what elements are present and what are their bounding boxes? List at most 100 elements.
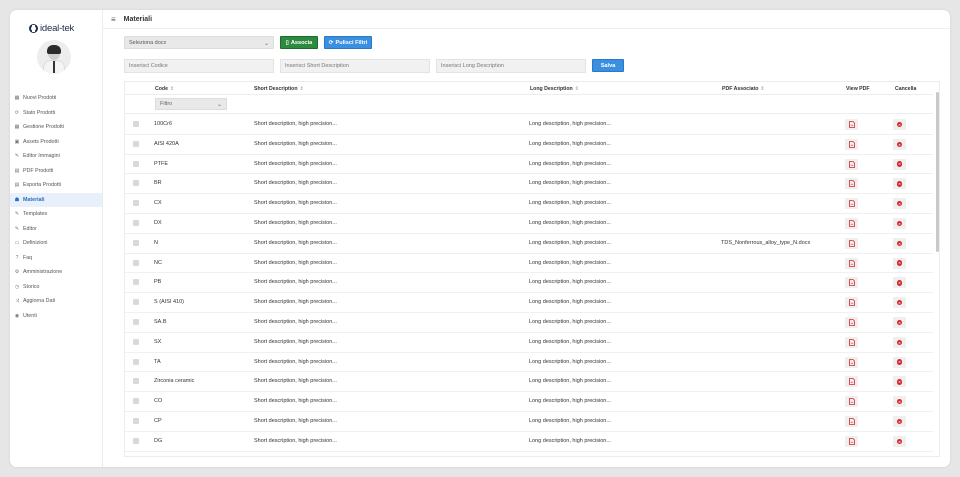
col-long-description[interactable]: Long Description ⇕ (530, 86, 579, 92)
view-pdf-button[interactable] (845, 336, 858, 348)
row-checkbox[interactable] (133, 121, 139, 127)
sidebar-item-esporta-prodotti[interactable]: ▤ Esporta Prodotti (10, 178, 102, 193)
code-filter-select[interactable]: Filtro ⌄ (155, 98, 227, 110)
calendar-icon: ▭ (14, 240, 20, 247)
cell-short-description: Short description, high precision... (254, 259, 337, 266)
row-checkbox[interactable] (133, 338, 139, 345)
row-checkbox[interactable] (133, 358, 139, 365)
row-checkbox[interactable] (133, 417, 139, 424)
view-pdf-button[interactable] (845, 237, 858, 249)
pulisci-filtri-button[interactable]: ⟳ Pulisci Filtri (324, 36, 372, 49)
delete-button[interactable]: × (893, 376, 906, 388)
view-pdf-button[interactable] (845, 217, 858, 229)
pdf-file-icon (848, 319, 855, 326)
row-checkbox[interactable] (133, 200, 139, 207)
sidebar-item-storico[interactable]: ◷ Storico (10, 280, 102, 295)
sidebar-item-label: Editor Immagini (23, 153, 60, 160)
col-code[interactable]: Code ⇕ (155, 86, 174, 92)
row-checkbox[interactable] (133, 318, 139, 325)
delete-button[interactable]: × (893, 356, 906, 368)
scrollbar[interactable] (936, 92, 939, 252)
table-row: Zirconia ceramic Short description, high … (125, 372, 933, 393)
sidebar-item-pdf-prodotti[interactable]: ▤ PDF Prodotti (10, 164, 102, 179)
row-checkbox[interactable] (133, 378, 139, 385)
avatar[interactable] (37, 40, 71, 74)
row-checkbox[interactable] (133, 398, 139, 405)
view-pdf-button[interactable] (845, 356, 858, 368)
delete-button[interactable]: × (893, 297, 906, 309)
row-checkbox[interactable] (133, 239, 139, 246)
row-checkbox[interactable] (133, 259, 139, 266)
sidebar-item-label: Assets Prodotti (23, 138, 59, 145)
pdf-file-icon (848, 200, 855, 208)
view-pdf-button[interactable] (845, 277, 858, 289)
view-pdf-button[interactable] (845, 158, 858, 170)
delete-button[interactable]: × (893, 336, 906, 348)
view-pdf-button[interactable] (845, 376, 858, 388)
sidebar-item-templates[interactable]: ✎ Templates (10, 207, 102, 222)
long-description-input[interactable]: Inserisci Long Description (436, 59, 586, 73)
row-checkbox[interactable] (133, 437, 139, 444)
delete-button[interactable]: × (893, 138, 906, 150)
sidebar-item-aggiorna-dati[interactable]: ⤨ Aggiorna Dati (10, 294, 102, 309)
row-checkbox[interactable] (133, 180, 139, 187)
delete-button[interactable]: × (893, 119, 906, 130)
sidebar-item-faq[interactable]: ? Faq (10, 251, 102, 266)
docx-select[interactable]: Seleziona docx ⌄ (124, 36, 274, 49)
col-short-description[interactable]: Short Description ⇕ (254, 86, 304, 92)
sidebar-item-label: Definizioni (23, 240, 48, 247)
view-pdf-button[interactable] (845, 396, 858, 408)
view-pdf-button[interactable] (845, 297, 858, 309)
associa-button[interactable]: ▯ Associa (280, 36, 318, 49)
delete-button[interactable]: × (893, 277, 906, 289)
view-pdf-button[interactable] (845, 178, 858, 190)
delete-button[interactable]: × (893, 217, 906, 229)
menu-icon[interactable]: ≡ (111, 15, 116, 24)
view-pdf-button[interactable] (845, 257, 858, 269)
delete-button[interactable]: × (893, 415, 906, 427)
cell-long-description: Long description, high precision... (529, 259, 611, 266)
sidebar-item-nuovi-prodotti[interactable]: ▦ Nuovi Prodotti (10, 91, 102, 106)
sidebar-item-gestione-prodotti[interactable]: ▦ Gestione Prodotti (10, 120, 102, 135)
short-description-input[interactable]: Inserisci Short Description (280, 59, 430, 73)
delete-button[interactable]: × (893, 158, 906, 170)
cell-short-description: Short description, high precision... (254, 140, 337, 147)
view-pdf-button[interactable] (845, 415, 858, 427)
sidebar-item-utenti[interactable]: ◉ Utenti (10, 309, 102, 324)
delete-button[interactable]: × (893, 198, 906, 210)
delete-button[interactable]: × (893, 396, 906, 408)
sidebar-item-definizioni[interactable]: ▭ Definizioni (10, 236, 102, 251)
cell-long-description: Long description, high precision... (529, 318, 611, 325)
view-pdf-button[interactable] (845, 435, 858, 447)
salva-button[interactable]: Salva (592, 59, 624, 72)
row-checkbox[interactable] (133, 219, 139, 226)
sidebar-item-editor-immagini[interactable]: ✎ Editor Immagini (10, 149, 102, 164)
delete-button[interactable]: × (893, 257, 906, 269)
view-pdf-button[interactable] (845, 198, 858, 210)
row-checkbox[interactable] (133, 279, 139, 286)
view-pdf-button[interactable] (845, 138, 858, 150)
sidebar-item-stato-prodotti[interactable]: ⟳ Stato Prodotti (10, 106, 102, 121)
code-input[interactable]: Inserisci Codice (124, 59, 274, 73)
delete-button[interactable]: × (893, 237, 906, 249)
cell-short-description: Short description, high precision... (254, 417, 337, 424)
row-checkbox[interactable] (133, 299, 139, 306)
cell-code: S (AISI 410) (154, 299, 184, 306)
col-pdf-associato[interactable]: PDF Associato ⇕ (722, 86, 765, 92)
sidebar-item-label: Materiali (23, 196, 45, 203)
delete-button[interactable]: × (893, 178, 906, 190)
sidebar-item-materiali[interactable]: ☗ Materiali (10, 192, 102, 207)
logo-icon (29, 23, 38, 33)
sidebar-item-amministrazione[interactable]: ⚙ Amministrazione (10, 265, 102, 280)
row-checkbox[interactable] (133, 140, 139, 147)
sidebar-item-editor[interactable]: ✎ Editor (10, 222, 102, 237)
code-placeholder: Inserisci Codice (129, 63, 168, 69)
view-pdf-button[interactable] (845, 119, 858, 130)
cell-long-description: Long description, high precision... (529, 358, 611, 365)
sidebar-item-assets-prodotti[interactable]: ▣ Assets Prodotti (10, 135, 102, 150)
view-pdf-button[interactable] (845, 316, 858, 328)
delete-button[interactable]: × (893, 435, 906, 447)
delete-button[interactable]: × (893, 316, 906, 328)
table-row: AISI 420A Short description, high precisi… (125, 135, 933, 155)
row-checkbox[interactable] (133, 160, 139, 167)
